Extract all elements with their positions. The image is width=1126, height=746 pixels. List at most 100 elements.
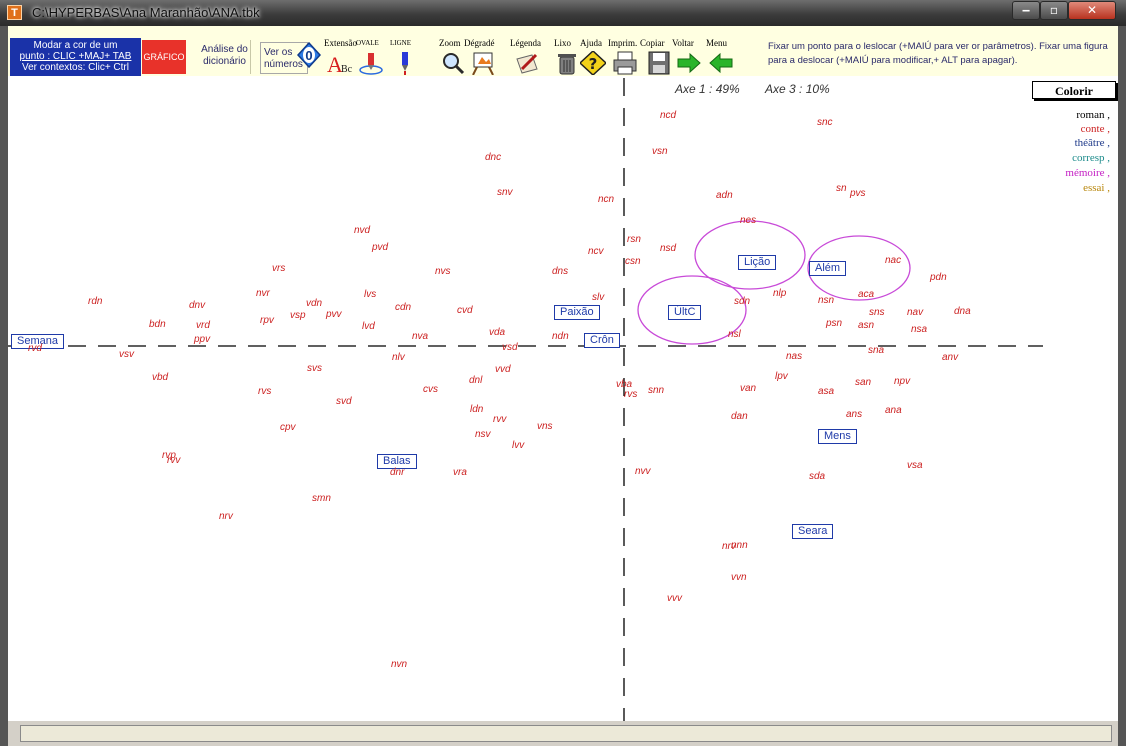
point-label[interactable]: nvn [391,659,407,670]
line-pen-icon[interactable] [392,51,418,75]
point-label[interactable]: snc [817,117,833,128]
point-label[interactable]: vsv [119,349,134,360]
point-label[interactable]: rpv [260,315,274,326]
point-label[interactable]: dan [731,411,748,422]
point-label[interactable]: svs [307,363,322,374]
point-label[interactable]: lpv [775,371,788,382]
point-label[interactable]: nac [885,255,901,266]
point-label[interactable]: nvs [435,266,451,277]
point-label[interactable]: ans [846,409,862,420]
point-label[interactable]: bdn [149,319,166,330]
trash-icon[interactable] [554,51,580,75]
magnifier-icon[interactable] [440,51,466,75]
point-label[interactable]: slv [592,292,604,303]
colorir-button[interactable]: Colorir [1032,81,1116,99]
point-label[interactable]: nas [786,351,802,362]
point-label[interactable]: vvn [731,572,747,583]
legend-theatre[interactable]: théâtre , [1075,137,1110,149]
point-label[interactable]: vrs [272,263,285,274]
point-label[interactable]: vvd [495,364,511,375]
point-label[interactable]: lvd [362,321,375,332]
point-label[interactable]: svd [336,396,352,407]
point-label[interactable]: pdn [930,272,947,283]
point-label[interactable]: pvv [326,309,342,320]
easel-icon[interactable] [470,51,496,75]
box-mens[interactable]: Mens [818,429,857,444]
point-label[interactable]: lvv [512,440,524,451]
point-label[interactable]: snv [497,187,513,198]
point-label[interactable]: vda [489,327,505,338]
factorial-plot[interactable]: Axe 1 : 49% Axe 3 : 10% Colorir roman , … [8,76,1118,721]
point-label[interactable]: nes [740,215,756,226]
point-label[interactable]: anv [942,352,958,363]
point-label[interactable]: rvd [28,343,42,354]
point-label[interactable]: vrd [196,320,210,331]
point-label[interactable]: nsl [728,329,741,340]
point-label[interactable]: rdn [88,296,102,307]
legend-essai[interactable]: essai , [1083,182,1110,194]
box-cron[interactable]: Crôn [584,333,620,348]
arrow-left-icon[interactable] [708,51,734,75]
point-label[interactable]: dnv [189,300,205,311]
point-label[interactable]: rvv [167,455,180,466]
point-label[interactable]: ldn [470,404,483,415]
legend-corresp[interactable]: corresp , [1072,152,1110,164]
close-button[interactable]: ✕ [1068,1,1116,20]
point-label[interactable]: nsn [818,295,834,306]
point-label[interactable]: san [855,377,871,388]
point-label[interactable]: snn [648,385,664,396]
point-label[interactable]: vsa [907,460,923,471]
point-label[interactable]: nvv [635,466,651,477]
point-label[interactable]: nsv [475,429,491,440]
point-label[interactable]: nrv [219,511,233,522]
point-label[interactable]: pvd [372,242,388,253]
point-label[interactable]: sna [868,345,884,356]
point-label[interactable]: vns [537,421,553,432]
point-label[interactable]: nlv [392,352,405,363]
point-label[interactable]: adn [716,190,733,201]
floppy-icon[interactable] [646,51,672,75]
point-label[interactable]: vbd [152,372,168,383]
grafico-button[interactable]: GRÁFICO [142,40,186,74]
point-label[interactable]: ana [885,405,902,416]
pen-paper-icon[interactable] [514,51,540,75]
point-label[interactable]: asn [858,320,874,331]
oval-pen-icon[interactable] [358,51,384,75]
point-label[interactable]: dns [552,266,568,277]
box-licao[interactable]: Lição [738,255,777,270]
box-alem[interactable]: Além [809,261,847,276]
point-label[interactable]: ncd [660,110,676,121]
point-label[interactable]: psn [826,318,842,329]
point-label[interactable]: vdn [306,298,322,309]
point-label[interactable]: asa [818,386,834,397]
point-label[interactable]: nvr [256,288,270,299]
point-label[interactable]: aca [858,289,874,300]
modar-cor-button[interactable]: Modar a cor de um punto : CLIC +MAJ+ TAB… [10,38,141,76]
maximize-button[interactable]: ▫ [1040,1,1068,20]
point-label[interactable]: nva [412,331,428,342]
point-label[interactable]: sns [869,307,885,318]
point-label[interactable]: cdn [395,302,411,313]
point-label[interactable]: nsa [911,324,927,335]
point-label[interactable]: ncn [598,194,614,205]
point-label[interactable]: npv [894,376,910,387]
point-label[interactable]: ndn [552,331,569,342]
point-label[interactable]: nlp [773,288,786,299]
point-label[interactable]: rsn [627,234,641,245]
point-label[interactable]: nsd [660,243,676,254]
point-label[interactable]: cvd [457,305,473,316]
point-label[interactable]: nvd [354,225,370,236]
point-label[interactable]: van [740,383,756,394]
point-label[interactable]: pvs [850,188,866,199]
point-label[interactable]: dnc [485,152,501,163]
point-label[interactable]: vsd [502,342,518,353]
point-label[interactable]: ppv [194,334,210,345]
minimize-button[interactable]: ‒ [1012,1,1040,20]
box-paixao[interactable]: Paixão [554,305,600,320]
point-label[interactable]: rvs [624,389,637,400]
text-size-icon[interactable]: A Bc [326,51,352,75]
arrow-right-icon[interactable] [676,51,702,75]
point-label[interactable]: dnl [469,375,482,386]
point-label[interactable]: vsn [652,146,668,157]
point-label[interactable]: nav [907,307,923,318]
